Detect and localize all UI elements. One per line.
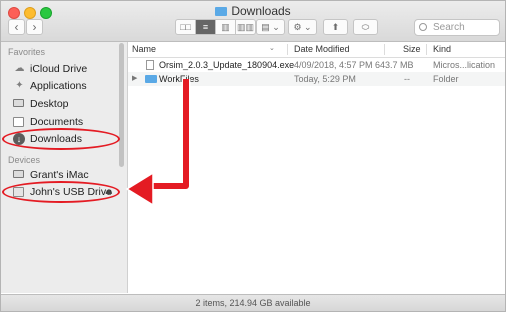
arrow-shaft (146, 79, 189, 189)
status-bar: 2 items, 214.94 GB available (1, 294, 505, 311)
arrowhead-icon (125, 171, 154, 207)
annotation-arrow (125, 79, 191, 207)
finder-window: Downloads ‹ › □□ ≡ ▥ ▥▥ ▤ ⌄ ⚙ ⌄ ⬆ ⬭ Sear… (0, 0, 506, 312)
